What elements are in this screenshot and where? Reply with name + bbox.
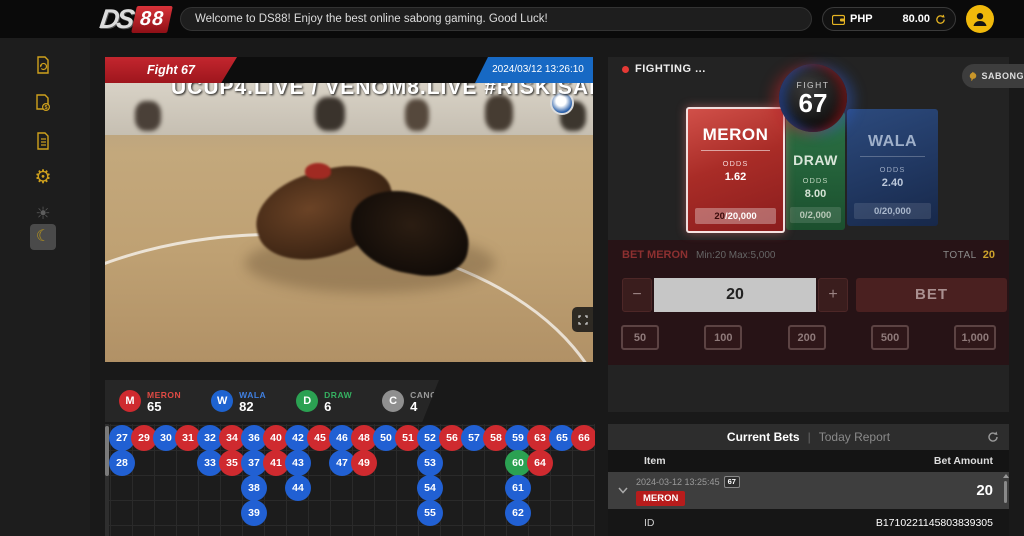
- trend-cell: 53: [417, 450, 443, 476]
- chevron-down-icon[interactable]: [618, 487, 628, 494]
- dark-mode-icon[interactable]: ☾: [30, 224, 56, 250]
- bet-side-badge: MERON: [636, 491, 685, 506]
- app: DS 88 Welcome to DS88! Enjoy the best on…: [0, 0, 1024, 536]
- increase-bet-button[interactable]: +: [818, 278, 848, 312]
- bet-id-row: ID B1710221145803839305: [608, 509, 1009, 536]
- trend-cell: 61: [505, 475, 531, 501]
- settings-icon[interactable]: ⚙: [30, 164, 56, 190]
- current-bets-panel: Current Bets | Today Report Item Bet Amo…: [608, 424, 1009, 536]
- wala-pool: 0/20,000: [854, 203, 931, 219]
- fight-number-circle: FIGHT 67: [779, 64, 847, 132]
- chip-500[interactable]: 500: [871, 325, 909, 350]
- bet-button[interactable]: BET: [856, 278, 1007, 312]
- decrease-bet-button[interactable]: −: [622, 278, 652, 312]
- bets-tabs: Current Bets | Today Report: [608, 424, 1009, 450]
- bets-column-headers: Item Bet Amount: [608, 450, 1009, 472]
- light-mode-icon[interactable]: ☀: [30, 200, 56, 226]
- bet-row[interactable]: 2024-03-12 13:25:45 67 MERON 20: [608, 472, 1009, 509]
- bet-limits: Min:20 Max:5,000: [696, 250, 776, 261]
- video-timestamp-badge: 2024/03/12 13:26:10: [475, 57, 593, 83]
- svg-text:$: $: [44, 105, 47, 111]
- fullscreen-icon: [578, 315, 588, 325]
- user-avatar[interactable]: [966, 5, 994, 33]
- chip-1000[interactable]: 1,000: [954, 325, 996, 350]
- trend-cell: 28: [109, 450, 135, 476]
- wallet-pill[interactable]: PHP 80.00: [822, 7, 956, 31]
- stat-draw: D DRAW 6: [296, 390, 352, 413]
- betting-history-icon[interactable]: [30, 52, 56, 78]
- grid-scrollbar-thumb[interactable]: [105, 426, 109, 476]
- bet-time: 2024-03-12 13:25:45: [636, 477, 720, 487]
- bet-header: BET MERON Min:20 Max:5,000 TOTAL 20: [608, 240, 1009, 261]
- live-video-panel: Fight 67 2024/03/12 13:26:10 UCUP4.LIVE …: [105, 57, 593, 362]
- trend-cell: 49: [351, 450, 377, 476]
- refresh-bets-icon[interactable]: [987, 431, 999, 443]
- bet-stepper: − 20 +: [622, 278, 848, 312]
- trend-cell: 44: [285, 475, 311, 501]
- fullscreen-button[interactable]: [572, 307, 593, 332]
- logo-monogram: DS: [98, 4, 134, 35]
- logo-suffix: 88: [131, 6, 173, 33]
- rooster-icon: [968, 69, 977, 84]
- total-value: 20: [983, 249, 995, 261]
- fight-number-badge: Fight 67: [105, 57, 237, 83]
- bet-amount-input[interactable]: 20: [654, 278, 816, 312]
- refresh-balance-icon[interactable]: [935, 14, 946, 25]
- draw-pool: 0/2,000: [790, 207, 840, 223]
- trend-cell: 66: [571, 425, 595, 451]
- cancel-bubble: C: [382, 390, 404, 412]
- live-dot-icon: [622, 66, 629, 73]
- bet-fight-number-badge: 67: [724, 476, 740, 488]
- sabong-provider-chip[interactable]: SABONG: [962, 64, 1024, 88]
- wallet-currency: PHP: [850, 13, 873, 25]
- stat-wala: W WALA 82: [211, 390, 266, 413]
- bets-scrollbar-thumb[interactable]: [1004, 481, 1007, 503]
- trend-grid: 2728293031323334353637383940414243444546…: [105, 424, 595, 536]
- tab-current-bets[interactable]: Current Bets: [727, 430, 800, 444]
- video-frame: UCUP4.LIVE / VENOM8.LIVE #RISKISAN: [105, 83, 593, 362]
- chip-200[interactable]: 200: [788, 325, 826, 350]
- video-header: Fight 67 2024/03/12 13:26:10: [105, 57, 593, 83]
- fight-status: FIGHTING ...: [622, 63, 706, 75]
- top-bar: DS 88 Welcome to DS88! Enjoy the best on…: [0, 0, 1024, 38]
- trend-cell: 54: [417, 475, 443, 501]
- bet-amount-value: 20: [976, 482, 993, 499]
- wala-bubble: W: [211, 390, 233, 412]
- bet-controls: BET MERON Min:20 Max:5,000 TOTAL 20 − 20…: [608, 240, 1009, 365]
- stream-watermark-text: UCUP4.LIVE / VENOM8.LIVE #RISKISAN: [171, 83, 593, 100]
- stat-cancel: C CANCEL 4: [382, 390, 448, 413]
- trend-cell: 43: [285, 450, 311, 476]
- bet-records-icon[interactable]: $: [30, 90, 56, 116]
- total-label: TOTAL: [943, 250, 977, 261]
- person-icon: [971, 10, 989, 28]
- trend-cell: 55: [417, 500, 443, 526]
- ds88-logo[interactable]: DS 88: [100, 3, 170, 35]
- trend-cell: 39: [241, 500, 267, 526]
- reports-icon[interactable]: [30, 128, 56, 154]
- bet-meta: 2024-03-12 13:25:45 67 MERON: [636, 476, 740, 506]
- welcome-marquee: Welcome to DS88! Enjoy the best online s…: [180, 7, 812, 31]
- bet-target-label: BET MERON: [622, 249, 688, 261]
- stat-meron: M MERON 65: [119, 390, 181, 413]
- tab-today-report[interactable]: Today Report: [819, 430, 890, 444]
- bet-id-value: B1710221145803839305: [876, 517, 993, 529]
- quick-chips: 50 100 200 500 1,000: [608, 325, 1009, 350]
- meron-bet-card[interactable]: MERON ODDS 1.62 20/20,000: [686, 107, 785, 233]
- wallet-icon: [832, 14, 845, 25]
- wala-bet-card[interactable]: WALA ODDS 2.40 0/20,000: [847, 109, 938, 226]
- chip-100[interactable]: 100: [704, 325, 742, 350]
- chip-50[interactable]: 50: [621, 325, 659, 350]
- wallet-balance: 80.00: [902, 13, 930, 25]
- trend-cell: 62: [505, 500, 531, 526]
- draw-bubble: D: [296, 390, 318, 412]
- trend-cell: 64: [527, 450, 553, 476]
- meron-bubble: M: [119, 390, 141, 412]
- result-stats-bar: M MERON 65 W WALA 82 D DRAW 6 C CANCEL 4: [105, 380, 439, 422]
- bets-scrollbar: [1004, 474, 1007, 507]
- scroll-up-icon[interactable]: [1003, 474, 1009, 478]
- rooster-comb: [305, 163, 331, 179]
- trend-cell: 38: [241, 475, 267, 501]
- meron-pool: 20/20,000: [695, 208, 776, 224]
- left-sidebar: $ ⚙ ☀ ☾: [0, 38, 90, 536]
